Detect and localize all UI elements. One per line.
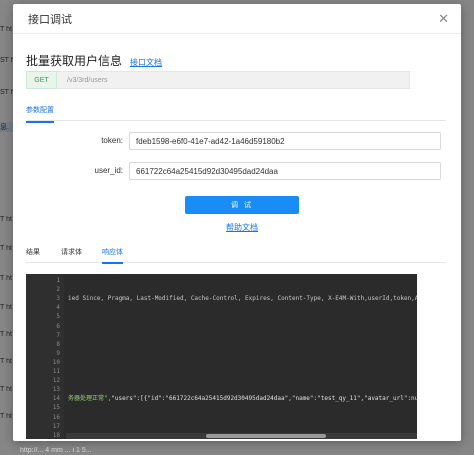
line-number: 2 (56, 286, 60, 294)
token-input[interactable]: fdeb1598-e6f0-41e7-ad42-1a46d59180b2 (129, 132, 441, 150)
line-number: 13 (52, 386, 60, 394)
line-number: 16 (52, 413, 60, 421)
api-title-row: 批量获取用户信息 接口文档 (26, 52, 162, 69)
line-number: 9 (56, 349, 60, 357)
code-line: 11 (26, 367, 417, 376)
tab-request-body[interactable]: 请求体 (61, 247, 82, 262)
request-url-bar: GET /v3/3rd/users (26, 71, 410, 89)
line-number: 5 (56, 313, 60, 321)
code-text: 务器处理正常","users":[{"id":"661722c64a25415d… (68, 394, 417, 403)
code-line: 17 (26, 422, 417, 431)
code-line: 3 ied Since, Pragma, Last-Modified, Cache… (26, 294, 417, 303)
userid-input[interactable]: 661722c64a25415d92d30495dad24daa (129, 162, 441, 180)
code-line: 15 (26, 403, 417, 412)
code-line: 8 (26, 340, 417, 349)
code-line: 6 (26, 322, 417, 331)
line-number: 6 (56, 322, 60, 330)
line-number: 18 (52, 431, 60, 439)
code-line: 12 (26, 376, 417, 385)
url-field[interactable]: /v3/3rd/users (57, 71, 410, 89)
line-number: 3 (56, 295, 60, 303)
line-number: 8 (56, 340, 60, 348)
token-row: token: fdeb1598-e6f0-41e7-ad42-1a46d5918… (13, 132, 461, 150)
tab-result[interactable]: 结果 (26, 247, 40, 262)
code-line: 14 务器处理正常","users":[{"id":"661722c64a2541… (26, 394, 417, 403)
config-tabs: 参数配置 (26, 101, 446, 123)
response-code-viewer[interactable]: 1 2 3 ied Since, Pragma, Last-Modified, Cac… (26, 274, 417, 439)
code-line: 9 (26, 349, 417, 358)
debug-button[interactable]: 调 试 (185, 196, 299, 214)
help-doc-link-text[interactable]: 帮助文档 (226, 223, 258, 232)
code-line: 2 (26, 285, 417, 294)
line-number: 11 (52, 368, 60, 375)
dialog-title: 接口调试 (28, 13, 72, 26)
line-number: 10 (52, 358, 60, 366)
code-line: 16 (26, 413, 417, 422)
code-string: 务器处理正常", (68, 395, 112, 403)
code-json: "users":[{"id":"661722c64a25415d92d30495… (111, 395, 417, 403)
api-debug-dialog: 接口调试 ✕ 批量获取用户信息 接口文档 GET /v3/3rd/users 参… (13, 4, 461, 441)
http-method-badge: GET (26, 71, 57, 89)
userid-label: user_id: (94, 166, 123, 175)
code-line: 4 (26, 303, 417, 312)
tab-params-config[interactable]: 参数配置 (26, 105, 54, 123)
horizontal-scrollbar[interactable] (66, 433, 417, 439)
line-number: 15 (52, 404, 60, 412)
bg-bottom-text: http://... 4 mm ... i 1 5... (20, 447, 92, 454)
line-number: 7 (56, 331, 60, 339)
close-icon[interactable]: ✕ (438, 12, 449, 25)
code-text: ied Since, Pragma, Last-Modified, Cache-… (68, 295, 417, 303)
line-number: 12 (52, 377, 60, 385)
api-name: 批量获取用户信息 (26, 54, 123, 68)
userid-row: user_id: 661722c64a25415d92d30495dad24da… (13, 162, 461, 180)
code-line: 10 (26, 358, 417, 367)
tab-response-body[interactable]: 响应体 (102, 247, 123, 264)
code-line: 1 (26, 276, 417, 285)
help-doc-link: 帮助文档 (13, 222, 461, 233)
line-number: 1 (56, 277, 60, 284)
response-tabs: 结果 请求体 响应体 (26, 245, 446, 264)
dialog-header: 接口调试 ✕ (13, 4, 461, 34)
code-line: 5 (26, 312, 417, 321)
scrollbar-thumb[interactable] (206, 434, 326, 438)
api-doc-link[interactable]: 接口文档 (130, 57, 162, 68)
line-number: 14 (52, 395, 60, 403)
line-number: 4 (56, 304, 60, 312)
code-line: 13 (26, 385, 417, 394)
token-label: token: (101, 136, 123, 145)
line-number: 17 (52, 422, 60, 430)
code-line: 7 (26, 331, 417, 340)
